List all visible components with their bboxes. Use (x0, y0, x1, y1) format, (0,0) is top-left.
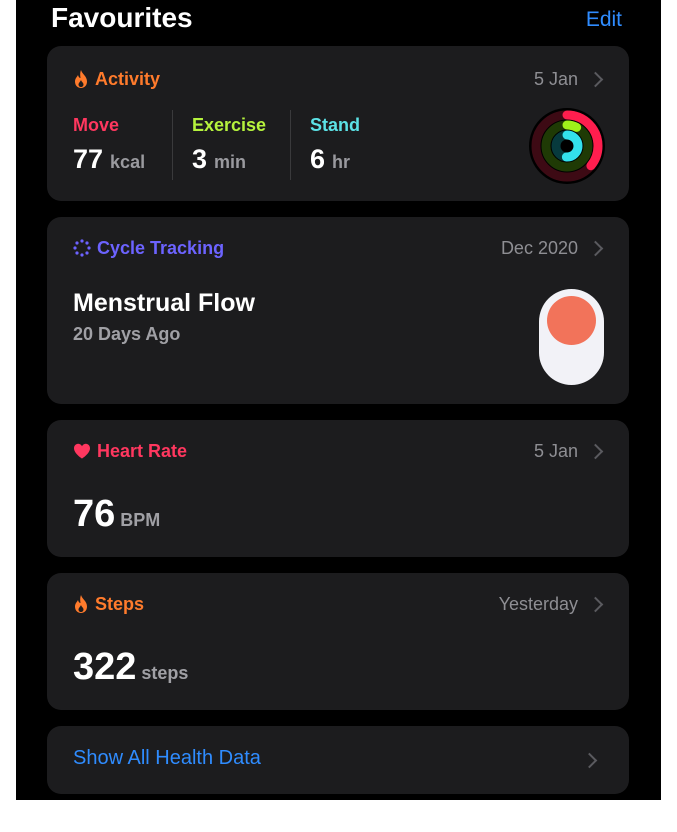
divider (172, 110, 173, 180)
cycle-tracking-icon (73, 239, 91, 257)
steps-title: Steps (95, 593, 145, 614)
divider (290, 110, 291, 180)
heart-title: Heart Rate (97, 440, 188, 461)
steps-date: Yesterday (498, 593, 578, 614)
cycle-subtitle: 20 Days Ago (73, 324, 181, 344)
show-all-health-data-button[interactable]: Show All Health Data (47, 726, 629, 794)
heart-icon (74, 443, 90, 459)
exercise-value: 3 min (192, 144, 247, 174)
heart-rate-card[interactable]: Heart Rate 5 Jan 76 BPM (47, 420, 629, 557)
flame-icon (75, 595, 87, 613)
activity-date: 5 Jan (533, 68, 578, 89)
chevron-right-icon (587, 240, 604, 256)
cycle-card-header: Cycle Tracking Dec 2020 (73, 235, 605, 261)
flow-indicator-icon (539, 289, 604, 385)
move-label: Move (73, 115, 120, 135)
cycle-title: Cycle Tracking (97, 237, 225, 258)
steps-value: 322 steps (73, 646, 189, 688)
show-all-label: Show All Health Data (73, 747, 261, 769)
menstrual-flow-title: Menstrual Flow (73, 289, 255, 317)
steps-card-header: Steps Yesterday (73, 591, 605, 617)
activity-title: Activity (95, 68, 161, 89)
chevron-right-icon (587, 596, 604, 612)
activity-rings-icon (529, 108, 605, 184)
edit-button[interactable]: Edit (586, 6, 622, 34)
heart-card-header: Heart Rate 5 Jan (73, 438, 605, 464)
chevron-right-icon (587, 443, 604, 459)
activity-card-header: Activity 5 Jan (73, 66, 605, 92)
move-value: 77 kcal (73, 144, 146, 174)
cycle-date: Dec 2020 (500, 237, 578, 258)
flame-icon (75, 70, 87, 88)
cycle-tracking-card[interactable]: Cycle Tracking Dec 2020 Menstrual Flow 2… (47, 217, 629, 404)
health-screen: Favourites Edit Activity 5 Jan Move 77 kc… (16, 0, 661, 800)
stand-label: Stand (310, 115, 361, 135)
heart-date: 5 Jan (533, 440, 578, 461)
stand-value: 6 hr (310, 144, 351, 174)
heart-rate-value: 76 BPM (73, 493, 161, 535)
chevron-right-icon (581, 752, 598, 769)
activity-card[interactable]: Activity 5 Jan Move 77 kcal Exercise 3 min… (47, 46, 629, 201)
page-title: Favourites (51, 2, 193, 33)
exercise-label: Exercise (192, 115, 267, 135)
steps-card[interactable]: Steps Yesterday 322 steps (47, 573, 629, 710)
chevron-right-icon (587, 71, 604, 87)
